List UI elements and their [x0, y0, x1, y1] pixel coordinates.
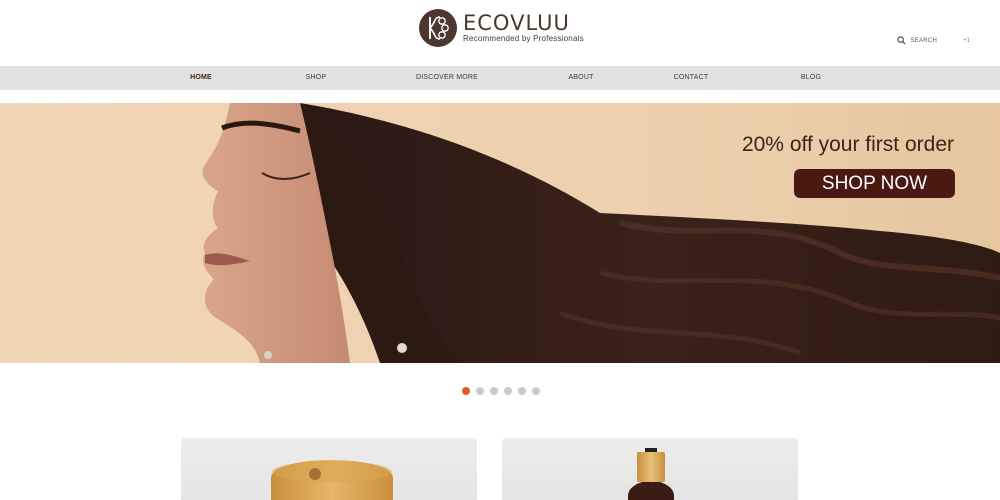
carousel-dot[interactable] [462, 387, 470, 395]
nav-item-shop[interactable]: SHOP [306, 66, 327, 90]
nav-item-blog[interactable]: BLOG [801, 66, 821, 90]
product-card[interactable] [502, 438, 798, 500]
nav-item-contact[interactable]: CONTACT [674, 66, 709, 90]
brand-logo-mark-icon [419, 9, 457, 47]
shop-now-button[interactable]: SHOP NOW [794, 169, 955, 198]
language-selector[interactable]: +1 [963, 38, 970, 44]
brand-name: ECOVLUU [463, 11, 570, 35]
carousel-dot[interactable] [476, 387, 484, 395]
carousel-indicators [462, 387, 540, 395]
carousel-dot[interactable] [532, 387, 540, 395]
carousel-dot[interactable] [518, 387, 526, 395]
site-header: ECOVLUU Recommended by Professionals SEA… [0, 0, 1000, 66]
carousel-dot[interactable] [504, 387, 512, 395]
hero-offer-text: 20% off your first order [741, 133, 954, 156]
product-bottle-image [628, 448, 674, 500]
nav-item-about[interactable]: ABOUT [568, 66, 593, 90]
utility-bar: SEARCH +1 [897, 36, 970, 45]
search-link[interactable]: SEARCH [910, 38, 937, 44]
product-card[interactable] [181, 438, 477, 500]
nav-item-home[interactable]: HOME [190, 66, 212, 90]
hero-banner[interactable]: 20% off your first order SHOP NOW [0, 103, 1000, 363]
brand-tagline: Recommended by Professionals [463, 34, 584, 43]
main-nav: HOME SHOP DISCOVER MORE ABOUT CONTACT BL… [0, 66, 1000, 90]
brand-logo[interactable]: ECOVLUU Recommended by Professionals [418, 8, 584, 48]
carousel-dot[interactable] [490, 387, 498, 395]
product-jar-image [271, 460, 393, 500]
search-icon[interactable] [897, 36, 906, 45]
nav-item-discover-more[interactable]: DISCOVER MORE [416, 66, 478, 90]
